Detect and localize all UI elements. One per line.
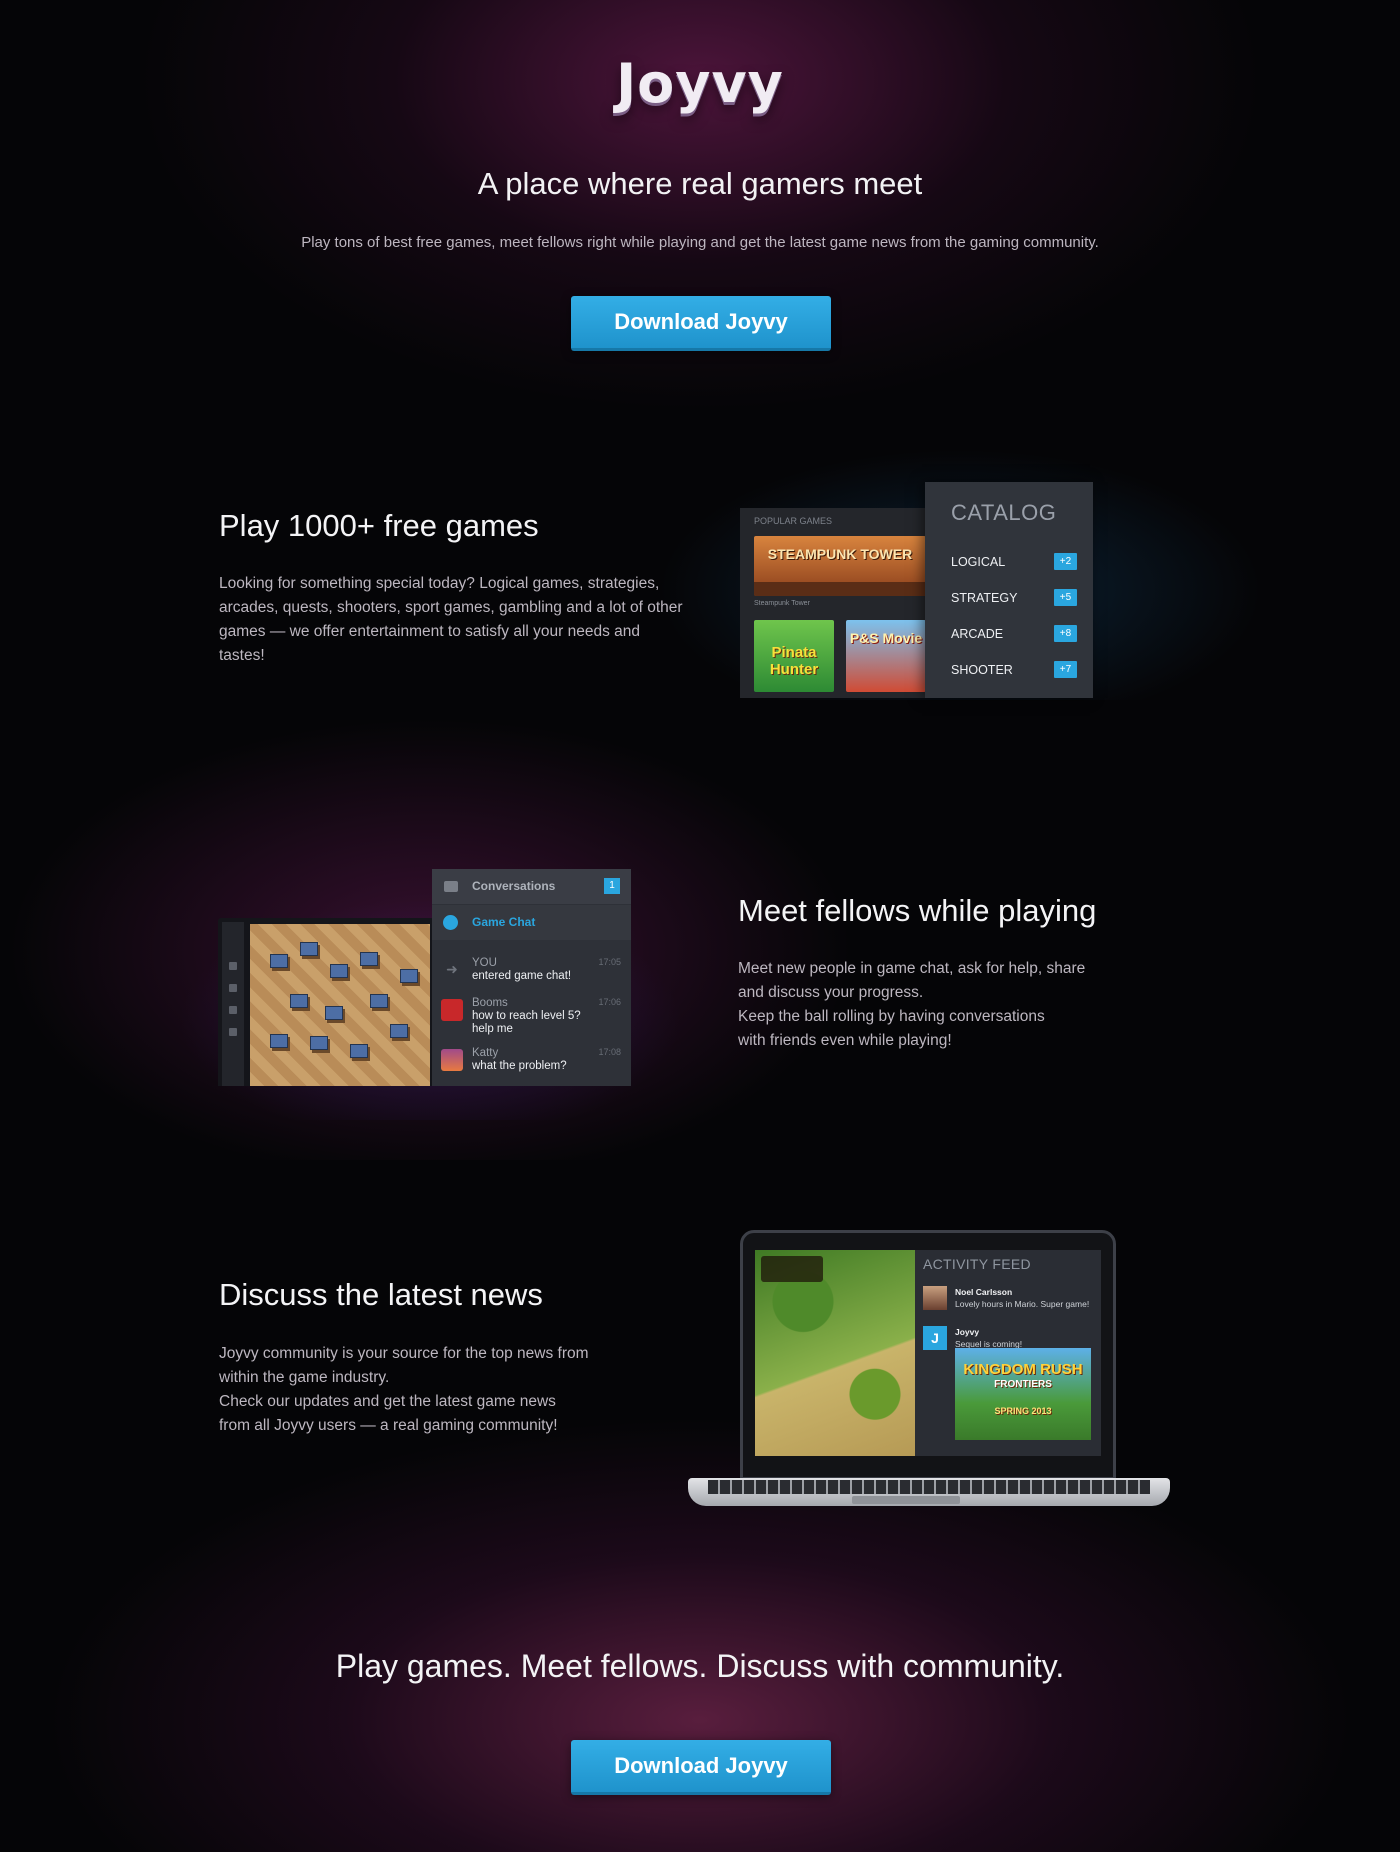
count-badge: +8 [1054, 625, 1077, 642]
avatar [441, 999, 463, 1021]
activity-feed: ACTIVITY FEED Noel Carlsson Lovely hours… [915, 1250, 1101, 1456]
tower-defense-game [755, 1250, 915, 1456]
laptop-screen: ACTIVITY FEED Noel Carlsson Lovely hours… [755, 1250, 1101, 1456]
unread-badge: 1 [604, 878, 620, 894]
arrow-right-icon: ➜ [446, 961, 458, 977]
news-section-body: Joyvy community is your source for the t… [219, 1345, 589, 1434]
activity-feed-title: ACTIVITY FEED [923, 1256, 1031, 1272]
kingdom-rush-promo[interactable]: KINGDOM RUSH FRONTIERS SPRING 2013 [955, 1348, 1091, 1440]
people-icon[interactable] [229, 1006, 237, 1014]
games-section-body: Looking for something special today? Log… [219, 575, 683, 664]
hero-title: A place where real gamers meet [477, 166, 923, 201]
game-sidebar [222, 922, 244, 1086]
download-button-bottom[interactable]: Download Joyvy [571, 1740, 831, 1795]
chat-section-body: Meet new people in game chat, ask for he… [738, 960, 1086, 1049]
news-section-title: Discuss the latest news [219, 1277, 543, 1312]
game-hud [761, 1256, 823, 1282]
game-chat-tab[interactable]: Game Chat [432, 905, 631, 940]
joyvy-logo[interactable]: Joyvy [0, 52, 1400, 115]
conversations-header[interactable]: Conversations 1 [432, 869, 631, 904]
joyvy-avatar: J [923, 1326, 947, 1350]
laptop-keyboard [708, 1480, 1150, 1494]
count-badge: +2 [1054, 553, 1077, 570]
settings-icon[interactable] [229, 1028, 237, 1036]
star-icon[interactable] [229, 984, 237, 992]
pinata-hunter-tile[interactable]: Pinata Hunter [754, 620, 834, 692]
chat-glow [0, 700, 1400, 1160]
catalog-item-arcade[interactable]: ARCADE +8 [951, 624, 1077, 644]
laptop-trackpad [852, 1496, 960, 1504]
steampunk-tower-tile[interactable]: STEAMPUNK TOWER [754, 536, 926, 596]
games-icon[interactable] [229, 962, 237, 970]
chat-section-title: Meet fellows while playing [738, 893, 1097, 928]
catalog-item-logical[interactable]: LOGICAL +2 [951, 552, 1077, 572]
catalog-item-shooter[interactable]: SHOOTER +7 [951, 660, 1077, 680]
catalog-title: CATALOG [951, 500, 1057, 525]
download-button-top[interactable]: Download Joyvy [571, 296, 831, 351]
count-badge: +5 [1054, 589, 1077, 606]
steampunk-tower-caption: Steampunk Tower [754, 600, 810, 607]
catalog-panel: CATALOG LOGICAL +2 STRATEGY +5 ARCADE +8… [925, 482, 1093, 698]
chat-bubbles-icon [444, 881, 458, 892]
catalog-item-strategy[interactable]: STRATEGY +5 [951, 588, 1077, 608]
game-window [218, 918, 434, 1086]
footer-tagline: Play games. Meet fellows. Discuss with c… [335, 1648, 1065, 1684]
popular-games-panel: POPULAR GAMES STEAMPUNK TOWER Steampunk … [740, 508, 926, 698]
avatar [923, 1286, 947, 1310]
games-section-title: Play 1000+ free games [219, 508, 539, 543]
avatar [441, 1049, 463, 1071]
chat-icon [443, 915, 458, 930]
movie-game-tile[interactable]: P&S Movie [846, 620, 926, 692]
chat-panel: Conversations 1 Game Chat ➜ YOU 17:05 en… [432, 869, 631, 1086]
game-screenshot [250, 924, 430, 1086]
hero-subtitle: Play tons of best free games, meet fello… [301, 234, 1099, 251]
popular-games-label: POPULAR GAMES [754, 516, 833, 526]
count-badge: +7 [1054, 661, 1077, 678]
